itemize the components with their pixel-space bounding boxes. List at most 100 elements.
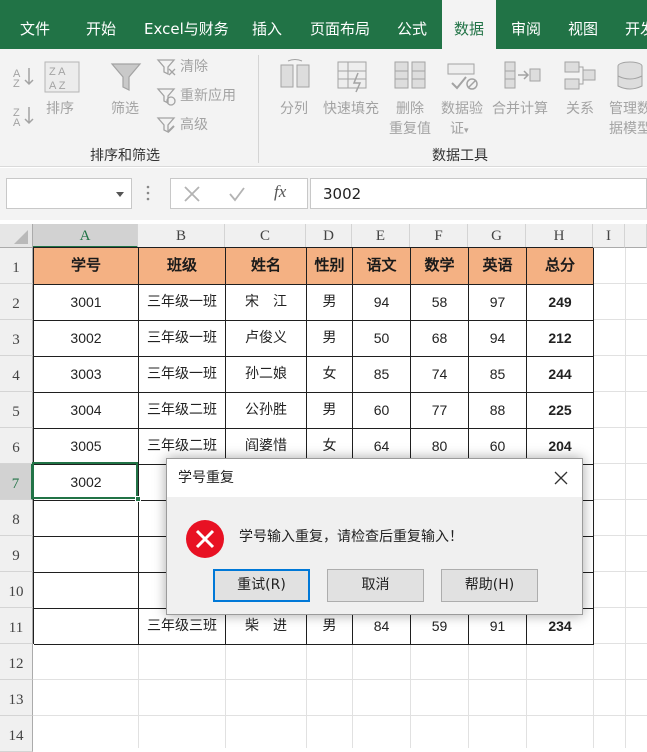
- cell-name[interactable]: 卢俊义: [226, 321, 307, 357]
- column-header-j[interactable]: [625, 224, 647, 248]
- name-box[interactable]: [6, 178, 132, 209]
- cancel-icon[interactable]: [183, 185, 201, 207]
- retry-button[interactable]: 重试(R): [213, 569, 310, 602]
- drag-handle-icon[interactable]: [146, 184, 150, 202]
- column-header-f[interactable]: F: [410, 224, 468, 248]
- manage-data-model-button[interactable]: 管理数: [609, 99, 647, 120]
- tab-data[interactable]: 数据: [442, 0, 496, 49]
- remove-duplicates-button-line2[interactable]: 重复值: [389, 119, 431, 140]
- cell-english[interactable]: 85: [469, 357, 527, 393]
- relationships-icon[interactable]: [563, 59, 597, 93]
- cell-class[interactable]: 三年级一班: [139, 321, 226, 357]
- cell-id[interactable]: [34, 573, 139, 609]
- cell-chinese[interactable]: 85: [353, 357, 411, 393]
- header-cell-name[interactable]: 姓名: [226, 248, 307, 285]
- clear-button[interactable]: 清除: [180, 57, 208, 78]
- text-to-columns-icon[interactable]: [278, 59, 312, 93]
- cell-gender[interactable]: 男: [307, 321, 353, 357]
- row-header-13[interactable]: 13: [0, 680, 33, 716]
- cell-class[interactable]: 三年级一班: [139, 357, 226, 393]
- reapply-icon[interactable]: [156, 86, 176, 106]
- cell-total[interactable]: 249: [527, 285, 594, 321]
- insert-function-icon[interactable]: fx: [274, 182, 286, 202]
- cancel-button[interactable]: 取消: [327, 569, 424, 602]
- cell-total[interactable]: 244: [527, 357, 594, 393]
- consolidate-icon[interactable]: [503, 59, 543, 93]
- cell-math[interactable]: 58: [411, 285, 469, 321]
- flash-fill-button[interactable]: 快速填充: [323, 99, 379, 120]
- row-header-8[interactable]: 8: [0, 500, 33, 536]
- header-cell-chinese[interactable]: 语文: [353, 248, 411, 285]
- data-validation-dropdown[interactable]: 证▾: [450, 119, 469, 142]
- tab-file[interactable]: 文件: [20, 0, 50, 49]
- advanced-filter-icon[interactable]: [156, 115, 176, 135]
- relationships-button[interactable]: 关系: [566, 99, 594, 120]
- header-cell-english[interactable]: 英语: [469, 248, 527, 285]
- cell-math[interactable]: 68: [411, 321, 469, 357]
- cell-id[interactable]: 3002: [34, 321, 139, 357]
- tab-view[interactable]: 视图: [568, 0, 598, 49]
- sort-button[interactable]: 排序: [46, 99, 74, 120]
- header-cell-math[interactable]: 数学: [411, 248, 469, 285]
- column-header-e[interactable]: E: [352, 224, 410, 248]
- cell-id[interactable]: 3005: [34, 429, 139, 465]
- active-cell-a7[interactable]: [32, 462, 141, 502]
- flash-fill-icon[interactable]: [336, 59, 370, 93]
- clear-filter-icon[interactable]: [156, 57, 176, 77]
- row-header-2[interactable]: 2: [0, 284, 33, 320]
- column-header-a[interactable]: A: [33, 224, 138, 248]
- tab-home[interactable]: 开始: [86, 0, 116, 49]
- formula-input[interactable]: 3002: [310, 178, 647, 209]
- remove-duplicates-button[interactable]: 删除: [396, 99, 424, 120]
- column-header-d[interactable]: D: [306, 224, 352, 248]
- chevron-down-icon[interactable]: [116, 192, 124, 197]
- cell-gender[interactable]: 男: [307, 393, 353, 429]
- cell-name[interactable]: 公孙胜: [226, 393, 307, 429]
- row-header-6[interactable]: 6: [0, 428, 33, 464]
- sort-descending-icon[interactable]: ZA: [13, 104, 35, 126]
- enter-icon[interactable]: [228, 185, 246, 207]
- cell-gender[interactable]: 男: [307, 285, 353, 321]
- cell-math[interactable]: 77: [411, 393, 469, 429]
- advanced-button[interactable]: 高级: [180, 115, 208, 136]
- cell-id[interactable]: [34, 501, 139, 537]
- tab-review[interactable]: 审阅: [511, 0, 541, 49]
- tab-excel-finance[interactable]: Excel与财务: [144, 0, 229, 49]
- data-validation-button[interactable]: 数据验: [441, 99, 483, 120]
- tab-developer[interactable]: 开发: [625, 0, 647, 49]
- sort-icon[interactable]: Z A A Z: [44, 61, 80, 93]
- remove-duplicates-icon[interactable]: [393, 59, 427, 93]
- filter-icon[interactable]: [110, 61, 142, 93]
- select-all-corner[interactable]: [0, 224, 33, 248]
- row-header-3[interactable]: 3: [0, 320, 33, 356]
- header-cell-id[interactable]: 学号: [34, 248, 139, 285]
- data-validation-icon[interactable]: [446, 59, 480, 93]
- row-header-4[interactable]: 4: [0, 356, 33, 392]
- column-header-c[interactable]: C: [225, 224, 306, 248]
- cell-id[interactable]: 3004: [34, 393, 139, 429]
- reapply-button[interactable]: 重新应用: [180, 86, 236, 107]
- cell-total[interactable]: 225: [527, 393, 594, 429]
- close-icon[interactable]: [546, 463, 576, 493]
- column-header-g[interactable]: G: [468, 224, 526, 248]
- text-to-columns-button[interactable]: 分列: [280, 99, 308, 120]
- row-header-11[interactable]: 11: [0, 608, 33, 644]
- column-header-h[interactable]: H: [526, 224, 593, 248]
- cell-chinese[interactable]: 60: [353, 393, 411, 429]
- cell-class[interactable]: 三年级一班: [139, 285, 226, 321]
- header-cell-class[interactable]: 班级: [139, 248, 226, 285]
- cell-id[interactable]: [34, 537, 139, 573]
- consolidate-button[interactable]: 合并计算: [492, 99, 548, 120]
- cell-id[interactable]: 3003: [34, 357, 139, 393]
- help-button[interactable]: 帮助(H): [441, 569, 538, 602]
- cell-id[interactable]: 3001: [34, 285, 139, 321]
- row-header-9[interactable]: 9: [0, 536, 33, 572]
- cell-math[interactable]: 74: [411, 357, 469, 393]
- cell-name[interactable]: 孙二娘: [226, 357, 307, 393]
- cell-gender[interactable]: 女: [307, 357, 353, 393]
- fill-handle[interactable]: [135, 496, 141, 502]
- cell-english[interactable]: 94: [469, 321, 527, 357]
- row-header-7[interactable]: 7: [0, 464, 33, 500]
- cell-english[interactable]: 97: [469, 285, 527, 321]
- column-header-i[interactable]: I: [593, 224, 625, 248]
